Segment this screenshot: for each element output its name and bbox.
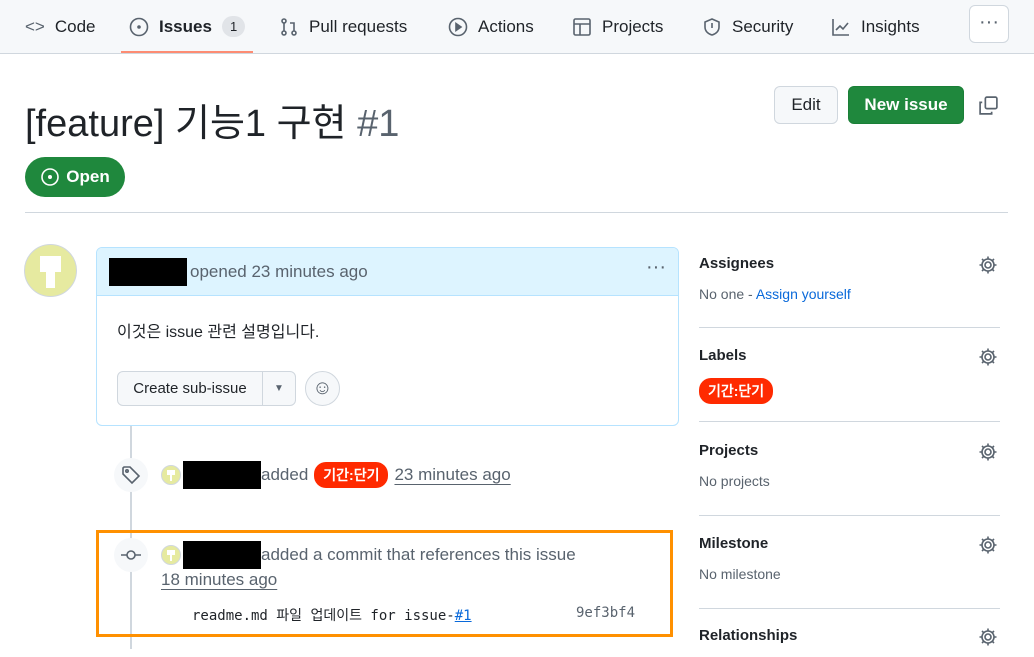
event-time-link[interactable]: 18 minutes ago <box>161 570 277 590</box>
section-title: Relationships <box>699 627 798 644</box>
commit-text: readme.md 파일 업데이트 for issue- <box>192 608 455 624</box>
tab-pull-requests[interactable]: Pull requests <box>279 0 407 53</box>
avatar[interactable] <box>161 465 181 485</box>
label-badge[interactable]: 기간:단기 <box>699 378 774 404</box>
tab-label: Issues <box>159 16 212 36</box>
sidebar-relationships: Relationships <box>699 627 1000 657</box>
tab-actions[interactable]: Actions <box>448 0 534 53</box>
shield-icon <box>704 17 720 36</box>
edit-button[interactable]: Edit <box>774 86 838 124</box>
issue-ref-link[interactable]: #1 <box>455 608 472 624</box>
avatar[interactable] <box>161 545 181 565</box>
tab-label: Insights <box>861 16 920 36</box>
issue-title: [feature] 기능1 구현 <box>25 103 347 145</box>
event-time-link[interactable]: 23 minutes ago <box>394 465 510 485</box>
git-commit-icon <box>114 538 148 572</box>
tab-insights[interactable]: Insights <box>831 0 920 53</box>
more-button[interactable]: ··· <box>969 5 1009 43</box>
gear-icon[interactable] <box>978 442 998 462</box>
tab-label: Code <box>54 16 96 36</box>
divider <box>25 212 1008 213</box>
section-title: Milestone <box>699 535 769 552</box>
comment-body: 이것은 issue 관련 설명입니다. <box>117 324 320 341</box>
status-text: Open <box>66 167 110 186</box>
tab-projects[interactable]: Projects <box>572 0 663 53</box>
issue-opened-icon <box>41 168 60 186</box>
section-title: Assignees <box>699 255 775 272</box>
redacted-username[interactable] <box>183 541 261 569</box>
create-sub-issue-label: Create sub-issue <box>133 380 247 397</box>
play-icon <box>448 17 468 36</box>
commit-sha-link[interactable]: 9ef3bf4 <box>576 605 635 621</box>
redacted-username[interactable] <box>183 461 261 489</box>
page-title: [feature] 기능1 구현 #1 <box>25 92 399 147</box>
status-badge: Open <box>25 157 125 197</box>
sidebar-projects: Projects No projects <box>699 442 1000 516</box>
tab-label: Actions <box>478 16 534 36</box>
issue-count-badge: 1 <box>221 16 246 37</box>
smiley-icon[interactable]: ☺ <box>305 371 340 406</box>
section-title: Labels <box>699 347 747 364</box>
repo-nav: <> Code Issues 1 Pull requests Actions Pro… <box>0 0 1034 54</box>
timeline-event-label: added 기간:단기 23 minutes ago <box>161 461 511 489</box>
tab-security[interactable]: Security <box>702 0 793 53</box>
event-action: added a commit that references this issu… <box>261 545 576 564</box>
graph-icon <box>832 18 849 36</box>
tab-label: Projects <box>602 16 664 36</box>
issue-opened-icon <box>129 17 149 36</box>
git-pull-request-icon <box>281 17 297 36</box>
milestone-value: No milestone <box>699 566 781 582</box>
copy-icon[interactable] <box>978 95 999 116</box>
table-icon <box>573 17 591 36</box>
tag-icon <box>114 458 148 492</box>
create-sub-issue-button[interactable]: Create sub-issue ▼ <box>117 371 296 406</box>
redacted-username[interactable] <box>109 257 187 286</box>
event-action: added <box>261 465 309 484</box>
gear-icon[interactable] <box>978 627 998 647</box>
tab-label: Pull requests <box>309 16 408 36</box>
tab-issues[interactable]: Issues 1 <box>120 0 254 53</box>
chevron-down-icon[interactable]: ▼ <box>262 372 295 405</box>
code-icon: <> <box>25 16 45 36</box>
gear-icon[interactable] <box>978 535 998 555</box>
avatar[interactable] <box>24 244 77 297</box>
assign-yourself-link[interactable]: Assign yourself <box>756 286 851 302</box>
gear-icon[interactable] <box>978 347 998 367</box>
issue-comment: opened 23 minutes ago ··· 이것은 issue 관련 설명… <box>96 247 679 426</box>
sidebar-assignees: Assignees No one - Assign yourself <box>699 255 1000 328</box>
new-issue-button[interactable]: New issue <box>848 86 964 124</box>
no-assignee: No one - <box>699 286 756 302</box>
tab-label: Security <box>732 16 794 36</box>
tab-code[interactable]: <> Code <box>25 0 96 53</box>
timeline-event-commit: added a commit that references this issu… <box>161 541 576 569</box>
section-title: Projects <box>699 442 759 459</box>
comment-options-icon[interactable]: ··· <box>646 256 666 279</box>
sidebar-milestone: Milestone No milestone <box>699 535 1000 609</box>
projects-value: No projects <box>699 473 770 489</box>
comment-header: opened 23 minutes ago ··· <box>97 248 678 296</box>
comment-action: opened 23 minutes ago <box>190 261 368 281</box>
issue-number: #1 <box>357 103 400 145</box>
label-badge[interactable]: 기간:단기 <box>314 462 389 488</box>
gear-icon[interactable] <box>978 255 998 275</box>
sidebar-labels: Labels 기간:단기 <box>699 347 1000 422</box>
commit-message[interactable]: readme.md 파일 업데이트 for issue-#1 <box>192 605 472 625</box>
